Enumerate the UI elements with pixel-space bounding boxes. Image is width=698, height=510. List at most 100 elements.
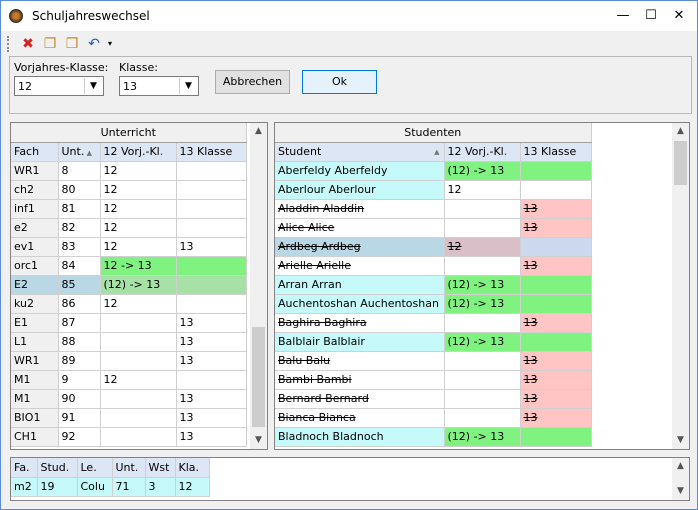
table-cell[interactable]: Aladdin Aladdin [275,199,445,219]
column-header[interactable]: Student ▲ [275,142,445,162]
table-cell[interactable]: 13 [176,427,247,447]
table-cell[interactable]: Bladnoch Bladnoch [275,427,445,447]
table-cell[interactable]: 8 [58,161,101,181]
table-cell[interactable]: 13 [520,389,592,409]
table-cell[interactable]: 71 [112,477,146,497]
table-cell[interactable] [444,218,521,238]
table-cell[interactable]: (12) -> 13 [444,332,521,352]
column-header[interactable]: Fa. [11,458,38,478]
table-cell[interactable]: 80 [58,180,101,200]
table-cell[interactable]: 12 [444,237,521,257]
table-cell[interactable]: orc1 [11,256,59,276]
scrollbar-thumb[interactable] [252,327,265,427]
table-row[interactable]: Bladnoch Bladnoch (12) -> 13 [275,427,592,447]
chevron-down-icon[interactable]: ▼ [179,78,197,94]
table-cell[interactable] [176,218,247,238]
table-cell[interactable]: 13 [176,237,247,257]
table-row[interactable]: Baghira Baghira 13 [275,313,592,333]
table-row[interactable]: inf1 81 12 [11,199,247,219]
table-cell[interactable]: 87 [58,313,101,333]
scroll-up-icon[interactable]: ▲ [672,123,689,140]
cancel-button[interactable]: Abbrechen [215,70,290,94]
table-cell[interactable]: 84 [58,256,101,276]
table-cell[interactable]: WR1 [11,161,59,181]
table-row[interactable]: Bambi Bambi 13 [275,370,592,390]
table-row[interactable]: E2 85 (12) -> 13 [11,275,247,295]
table-cell[interactable] [176,161,247,181]
table-row[interactable]: Aladdin Aladdin 13 [275,199,592,219]
table-cell[interactable]: 19 [37,477,78,497]
table-cell[interactable]: 13 [520,351,592,371]
column-header[interactable]: Kla. [175,458,210,478]
table-cell[interactable]: 13 [520,218,592,238]
table-cell[interactable] [520,237,592,257]
table-cell[interactable] [176,294,247,314]
table-cell[interactable]: inf1 [11,199,59,219]
table-cell[interactable]: e2 [11,218,59,238]
table-cell[interactable]: 12 [100,180,177,200]
table-cell[interactable] [444,313,521,333]
table-cell[interactable]: E1 [11,313,59,333]
table-cell[interactable]: Colu [77,477,113,497]
table-cell[interactable]: Aberfeldy Aberfeldy [275,161,445,181]
table-row[interactable]: m2 19 Colu 71 3 12 [11,477,210,497]
table-cell[interactable]: (12) -> 13 [444,294,521,314]
column-header[interactable]: Unt. ▲ [58,142,101,162]
table-cell[interactable]: (12) -> 13 [100,275,177,295]
class-select[interactable]: 13 ▼ [119,76,199,96]
table-cell[interactable]: 12 [175,477,210,497]
table-cell[interactable]: Balblair Balblair [275,332,445,352]
ok-button[interactable]: Ok [302,70,377,94]
table-cell[interactable]: m2 [11,477,38,497]
table-cell[interactable]: Arielle Arielle [275,256,445,276]
table-row[interactable]: Alice Alice 13 [275,218,592,238]
table-cell[interactable] [100,332,177,352]
chevron-down-icon[interactable]: ▾ [105,35,115,53]
column-header[interactable]: Stud. [37,458,78,478]
table-row[interactable]: WR1 89 13 [11,351,247,371]
table-cell[interactable]: 83 [58,237,101,257]
scrollbar-thumb[interactable] [674,141,687,185]
table-cell[interactable]: 13 [176,351,247,371]
column-header[interactable]: Fach [11,142,59,162]
minimize-icon[interactable]: — [609,5,637,27]
table-cell[interactable]: 13 [520,199,592,219]
table-cell[interactable]: Baghira Baghira [275,313,445,333]
table-cell[interactable] [176,180,247,200]
column-header[interactable]: 13 Klasse [520,142,592,162]
delete-icon[interactable]: ✖ [19,35,37,53]
table-cell[interactable]: ev1 [11,237,59,257]
table-cell[interactable]: Alice Alice [275,218,445,238]
table-cell[interactable]: 90 [58,389,101,409]
table-row[interactable]: Auchentoshan Auchentoshan (12) -> 13 [275,294,592,314]
close-icon[interactable]: ✕ [665,5,693,27]
table-row[interactable]: BIO1 91 13 [11,408,247,428]
table-cell[interactable]: CH1 [11,427,59,447]
table-cell[interactable] [520,161,592,181]
table-cell[interactable]: Ardbeg Ardbeg [275,237,445,257]
chevron-down-icon[interactable]: ▼ [84,78,102,94]
table-row[interactable]: Ardbeg Ardbeg 12 [275,237,592,257]
scroll-up-icon[interactable]: ▲ [250,123,267,140]
table-row[interactable]: orc1 84 12 -> 13 [11,256,247,276]
table-cell[interactable]: 88 [58,332,101,352]
table-row[interactable]: ku2 86 12 [11,294,247,314]
table-cell[interactable] [100,427,177,447]
table-cell[interactable] [444,199,521,219]
table-cell[interactable] [176,275,247,295]
scroll-down-icon[interactable]: ▼ [250,432,267,449]
table-cell[interactable]: ch2 [11,180,59,200]
table-cell[interactable]: 13 [520,256,592,276]
copy-all-icon[interactable]: ❐ [63,35,81,53]
table-cell[interactable] [520,427,592,447]
table-row[interactable]: e2 82 12 [11,218,247,238]
table-cell[interactable] [444,389,521,409]
table-cell[interactable]: Bambi Bambi [275,370,445,390]
table-cell[interactable]: BIO1 [11,408,59,428]
table-cell[interactable]: 13 [520,408,592,428]
table-cell[interactable]: Aberlour Aberlour [275,180,445,200]
copy-icon[interactable]: ❐ [41,35,59,53]
bottom-scrollbar[interactable]: ▲ ▼ [672,458,689,500]
table-row[interactable]: Balblair Balblair (12) -> 13 [275,332,592,352]
table-cell[interactable] [176,256,247,276]
